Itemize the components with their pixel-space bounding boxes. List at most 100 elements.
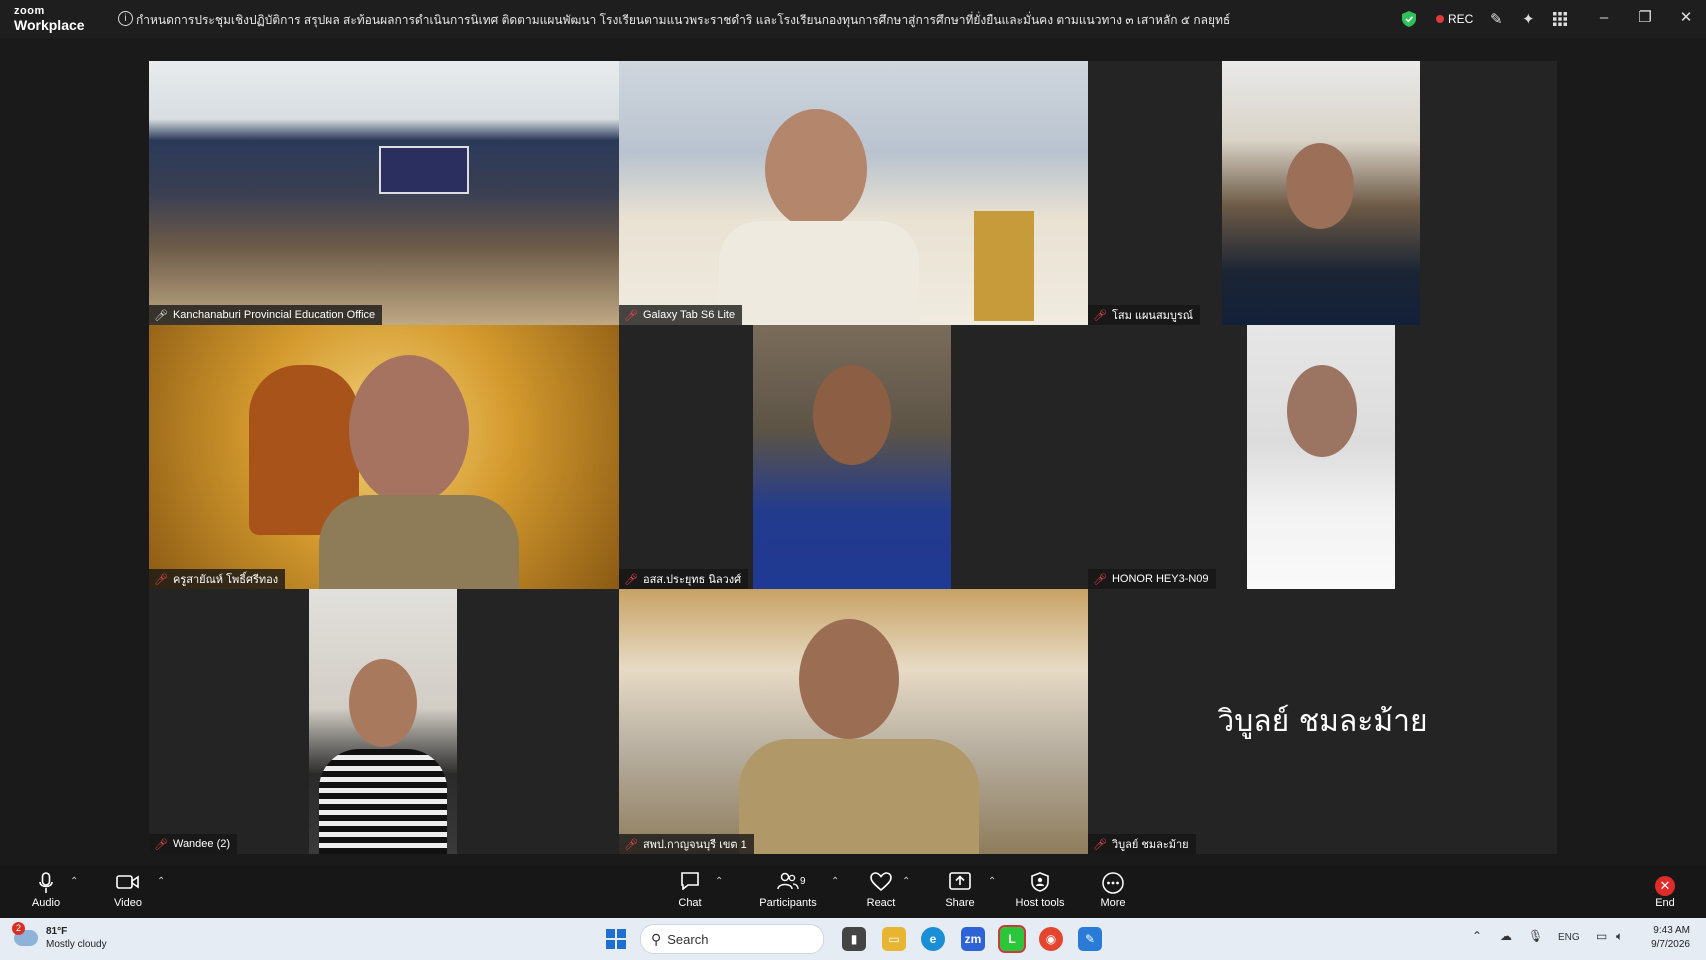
person-silhouette: [349, 355, 469, 505]
person-body: [739, 739, 979, 854]
logo-zoom-text: zoom: [14, 5, 45, 17]
participant-tile[interactable]: 🎤︎ โสม แผนสมบูรณ์: [1088, 61, 1557, 325]
microphone-icon: [30, 872, 62, 896]
network-icon[interactable]: ▭: [1596, 929, 1607, 943]
muted-microphone-icon: 🎤︎: [1093, 309, 1107, 322]
audio-button[interactable]: Audio: [30, 872, 62, 909]
recording-dot-icon: [1436, 15, 1444, 23]
onedrive-icon[interactable]: ☁: [1500, 929, 1512, 943]
annotate-icon[interactable]: ✎: [1490, 9, 1503, 29]
person-silhouette: [799, 619, 899, 739]
participant-name: โสม แผนสมบูรณ์: [1111, 310, 1194, 322]
security-shield-icon[interactable]: [1402, 9, 1416, 29]
zoom-app-icon[interactable]: zm: [961, 927, 985, 951]
video-options-chevron-icon[interactable]: ⌃: [157, 876, 165, 887]
react-button[interactable]: React: [866, 872, 896, 909]
microphone-tray-icon[interactable]: 🎙︎: [1528, 929, 1543, 943]
microphone-icon: 🎤︎: [154, 309, 168, 322]
participant-tile[interactable]: 🎤︎ HONOR HEY3-N09: [1088, 325, 1557, 589]
chat-options-chevron-icon[interactable]: ⌃: [715, 876, 723, 887]
participant-name: ครูสายัณห์ โพธิ์ศรีทอง: [172, 574, 279, 586]
participant-video: [309, 589, 457, 854]
share-screen-icon: [944, 872, 976, 896]
person-silhouette: [1286, 143, 1354, 229]
line-app-icon[interactable]: L: [998, 925, 1026, 953]
participant-video: [619, 589, 1088, 854]
end-meeting-button[interactable]: ✕ End: [1652, 872, 1678, 909]
host-tools-button[interactable]: Host tools: [1014, 872, 1066, 909]
participant-name: สพป.กาญจนบุรี เขต 1: [642, 839, 747, 851]
more-button[interactable]: More: [1100, 872, 1126, 909]
audio-options-chevron-icon[interactable]: ⌃: [70, 876, 78, 887]
share-button[interactable]: Share: [944, 872, 976, 909]
projector-screen: [379, 146, 469, 194]
participant-name-tag: 🎤︎ โสม แผนสมบูรณ์: [1088, 305, 1201, 325]
share-options-chevron-icon[interactable]: ⌃: [988, 876, 996, 887]
end-call-icon: ✕: [1652, 872, 1678, 896]
shield-icon: [1014, 872, 1066, 896]
clock-time: 9:43 AM: [1653, 925, 1690, 936]
chrome-browser-icon[interactable]: ◉: [1039, 927, 1063, 951]
muted-microphone-icon: 🎤︎: [624, 838, 638, 851]
participant-name-tag: 🎤︎ Kanchanaburi Provincial Education Off…: [149, 305, 383, 325]
participant-tile[interactable]: 🎤︎ ครูสายัณห์ โพธิ์ศรีทอง: [149, 325, 619, 589]
heart-icon: [866, 872, 896, 896]
audio-label: Audio: [31, 897, 61, 909]
cloud-icon: 2: [12, 922, 38, 946]
search-placeholder: Search: [667, 931, 709, 947]
participant-name-tag: 🎤︎ อสส.ประยุทธ นิลวงศ์: [619, 569, 749, 589]
participant-video: [1247, 325, 1395, 589]
minimize-button[interactable]: –: [1594, 8, 1614, 28]
edge-browser-icon[interactable]: e: [921, 927, 945, 951]
participant-name: อสส.ประยุทธ นิลวงศ์: [642, 574, 742, 586]
video-label: Video: [114, 897, 142, 909]
camera-icon: [112, 872, 144, 896]
participants-button[interactable]: 9 Participants: [758, 872, 818, 909]
participant-tile[interactable]: 🎤︎ อสส.ประยุทธ นิลวงศ์: [619, 325, 1088, 589]
show-hidden-icons-chevron-icon[interactable]: ⌃: [1472, 929, 1482, 943]
people-icon: 9: [758, 872, 818, 896]
volume-icon[interactable]: 🔈︎: [1616, 929, 1623, 944]
participant-tile[interactable]: 🎤︎ สพป.กาญจนบุรี เขต 1: [619, 589, 1088, 854]
info-icon[interactable]: i: [118, 11, 133, 26]
participant-video: [149, 325, 619, 589]
react-options-chevron-icon[interactable]: ⌃: [902, 876, 910, 887]
more-dots-icon: [1100, 872, 1126, 896]
logo-workplace-text: Workplace: [14, 17, 85, 33]
person-silhouette: [813, 365, 891, 465]
language-indicator[interactable]: ENG: [1558, 932, 1580, 943]
video-gallery: 🎤︎ Kanchanaburi Provincial Education Off…: [149, 61, 1557, 854]
search-icon: ⚲: [651, 930, 662, 947]
taskbar-search-box[interactable]: ⚲ Search: [640, 924, 824, 954]
video-button[interactable]: Video: [112, 872, 144, 909]
windows-start-icon[interactable]: [606, 929, 626, 949]
clock-date: 9/7/2026: [1651, 939, 1690, 950]
chat-button[interactable]: Chat: [676, 872, 704, 909]
windows-taskbar: 2 81°F Mostly cloudy ⚲ Search ▮ ▭ e zm L…: [0, 918, 1706, 960]
restore-button[interactable]: ❐: [1635, 8, 1655, 28]
task-view-icon[interactable]: ▮: [842, 927, 866, 951]
muted-microphone-icon: 🎤︎: [624, 309, 638, 322]
participant-video: [149, 61, 619, 325]
recording-indicator[interactable]: REC: [1436, 9, 1473, 29]
weather-widget[interactable]: 2 81°F Mostly cloudy: [12, 922, 107, 951]
participant-video: [753, 325, 951, 589]
host-tools-label: Host tools: [1015, 897, 1065, 909]
participant-tile[interactable]: 🎤︎ Wandee (2): [149, 589, 619, 854]
whiteboard-app-icon[interactable]: ✎: [1078, 927, 1102, 951]
title-bar: zoom Workplace i กำหนดการประชุมเชิงปฏิบั…: [0, 0, 1706, 38]
temperature: 81°F: [46, 926, 68, 937]
apps-grid-icon[interactable]: [1553, 9, 1567, 29]
close-button[interactable]: ✕: [1676, 8, 1696, 28]
participants-options-chevron-icon[interactable]: ⌃: [831, 876, 839, 887]
ai-companion-icon[interactable]: ✦: [1522, 9, 1535, 29]
file-explorer-icon[interactable]: ▭: [882, 927, 906, 951]
participant-tile[interactable]: 🎤︎ Galaxy Tab S6 Lite: [619, 61, 1088, 325]
participant-tile[interactable]: 🎤︎ Kanchanaburi Provincial Education Off…: [149, 61, 619, 325]
participants-count: 9: [800, 876, 806, 887]
participant-video: [1222, 61, 1420, 325]
system-clock[interactable]: 9:43 AM 9/7/2026: [1638, 924, 1690, 952]
weather-condition: Mostly cloudy: [46, 939, 107, 950]
muted-microphone-icon: 🎤︎: [624, 573, 638, 586]
participant-tile[interactable]: วิบูลย์ ชมละม้าย 🎤︎ วิบูลย์ ชมละม้าย: [1088, 589, 1557, 854]
